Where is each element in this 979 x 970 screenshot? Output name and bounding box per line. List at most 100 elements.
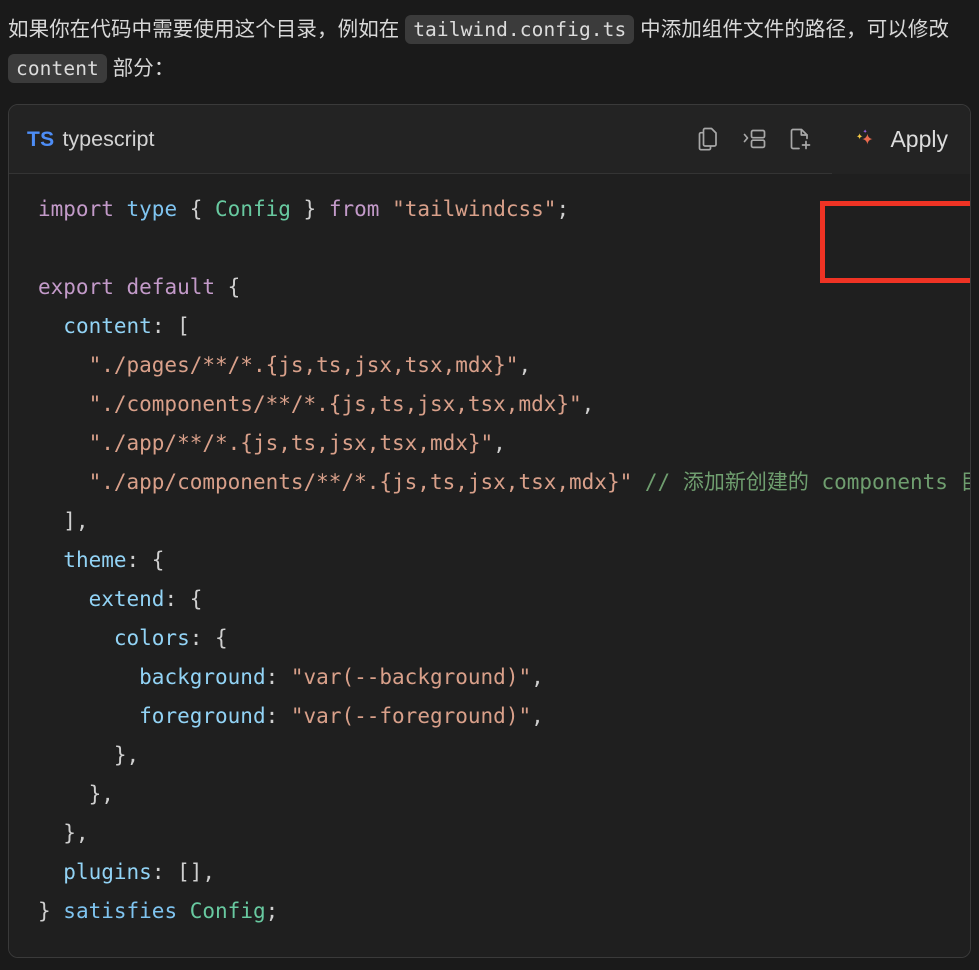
new-file-button[interactable] (778, 116, 824, 162)
apply-button-label: Apply (890, 125, 948, 152)
code-token: ], (38, 509, 89, 533)
code-token: : { (189, 626, 228, 650)
code-line: ], (38, 509, 89, 533)
code-token: theme (63, 548, 127, 572)
sparkle-icon (852, 125, 880, 153)
code-token: background (139, 665, 266, 689)
code-token: "var(--foreground)" (290, 704, 532, 728)
code-line: content: [ (38, 314, 190, 338)
code-token: "./app/**/*.{js,ts,jsx,tsx,mdx}" (88, 431, 494, 455)
inline-code-content: content (8, 54, 107, 83)
code-line: } satisfies Config; (38, 899, 278, 923)
code-token: { (215, 275, 241, 299)
code-line: plugins: [], (38, 860, 215, 884)
code-token: : { (164, 587, 203, 611)
intro-text-segment-1: 如果你在代码中需要使用这个目录，例如在 (8, 18, 406, 41)
code-language-group: TS typescript (27, 127, 686, 152)
code-token: , (531, 704, 544, 728)
code-line: export default { (38, 275, 240, 299)
code-token: }, (38, 821, 89, 845)
code-line: extend: { (38, 587, 203, 611)
code-token: Config (189, 899, 266, 923)
code-block-actions: Apply (686, 105, 970, 174)
code-line: "./components/**/*.{js,ts,jsx,tsx,mdx}", (38, 392, 595, 416)
code-token: : [ (151, 314, 190, 338)
typescript-badge-icon: TS (27, 127, 55, 151)
code-token: extend (88, 587, 165, 611)
code-token: "./app/components/**/*.{js,ts,jsx,tsx,md… (88, 470, 633, 494)
code-token: export (38, 275, 114, 299)
code-line: "./app/**/*.{js,ts,jsx,tsx,mdx}", (38, 431, 506, 455)
code-line: }, (38, 782, 114, 806)
code-token: from (328, 197, 380, 221)
code-token: }, (38, 782, 114, 806)
code-content[interactable]: import type { Config } from "tailwindcss… (9, 190, 970, 931)
code-token: ; (556, 197, 570, 221)
code-token: : (265, 704, 291, 728)
code-token: : { (126, 548, 165, 572)
insert-at-cursor-button[interactable] (732, 116, 778, 162)
code-token: } (38, 899, 64, 923)
code-token: content (63, 314, 152, 338)
code-token: } (290, 197, 329, 221)
code-token: , (518, 353, 532, 377)
code-token: "./pages/**/*.{js,ts,jsx,tsx,mdx}" (88, 353, 519, 377)
code-line: "./pages/**/*.{js,ts,jsx,tsx,mdx}", (38, 353, 532, 377)
code-token: satisfies (63, 899, 178, 923)
code-line: theme: { (38, 548, 164, 572)
code-token: type (126, 197, 178, 221)
code-line: background: "var(--background)", (38, 665, 544, 689)
code-token: , (493, 431, 506, 455)
code-token: // 添加新创建的 components 目录 (644, 470, 970, 494)
code-token: , (531, 665, 544, 689)
code-line: colors: { (38, 626, 228, 650)
code-token: ; (265, 899, 279, 923)
code-token: foreground (139, 704, 266, 728)
insert-at-cursor-icon (742, 126, 768, 152)
copy-icon (697, 126, 721, 152)
code-line: }, (38, 743, 139, 767)
code-token: "var(--background)" (290, 665, 532, 689)
code-block-header: TS typescript Apply (9, 105, 970, 174)
code-language-label: typescript (62, 126, 155, 151)
code-token: plugins (63, 860, 152, 884)
code-token: default (126, 275, 216, 299)
code-line: import type { Config } from "tailwindcss… (38, 197, 569, 221)
code-line: "./app/components/**/*.{js,ts,jsx,tsx,md… (38, 470, 970, 494)
new-file-icon (789, 126, 813, 152)
intro-text-segment-2: 中添加组件文件的路径，可以修改 (634, 18, 950, 41)
code-token: { (177, 197, 216, 221)
copy-button[interactable] (686, 116, 732, 162)
code-token: "tailwindcss" (392, 197, 557, 221)
code-line: }, (38, 821, 89, 845)
code-block-body[interactable]: import type { Config } from "tailwindcss… (9, 174, 970, 957)
code-token: import (38, 197, 114, 221)
code-token: : (265, 665, 291, 689)
apply-button[interactable]: Apply (832, 105, 970, 174)
code-line: foreground: "var(--foreground)", (38, 704, 544, 728)
code-token: Config (215, 197, 291, 221)
code-token: }, (38, 743, 140, 767)
code-token: "./components/**/*.{js,ts,jsx,tsx,mdx}" (88, 392, 582, 416)
code-token: , (581, 392, 595, 416)
code-token: : [], (151, 860, 216, 884)
inline-code-tailwind-config: tailwind.config.ts (405, 15, 635, 44)
code-block: TS typescript Apply import type {Config… (8, 104, 971, 958)
intro-text-segment-3: 部分： (106, 57, 175, 80)
